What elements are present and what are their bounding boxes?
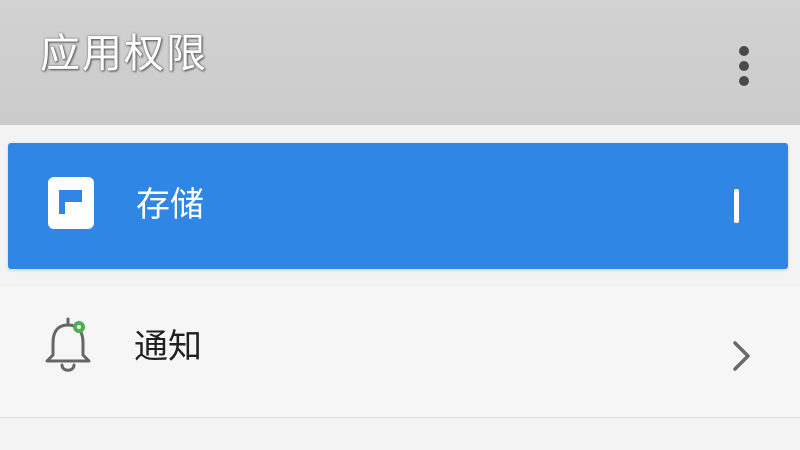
list-item-label: 存储 [136,185,204,225]
bell-icon [45,317,91,372]
more-vertical-icon[interactable] [728,46,760,90]
page-title: 应用权限 [40,31,208,77]
app-bar: 应用权限 [0,0,800,125]
selection-indicator [734,189,739,223]
list-item-storage[interactable]: 存储 [8,143,788,269]
storage-icon [48,177,94,229]
chevron-right-icon [733,341,750,371]
list-item-notifications[interactable]: 通知 [0,287,800,418]
list-item-label: 通知 [134,327,202,367]
